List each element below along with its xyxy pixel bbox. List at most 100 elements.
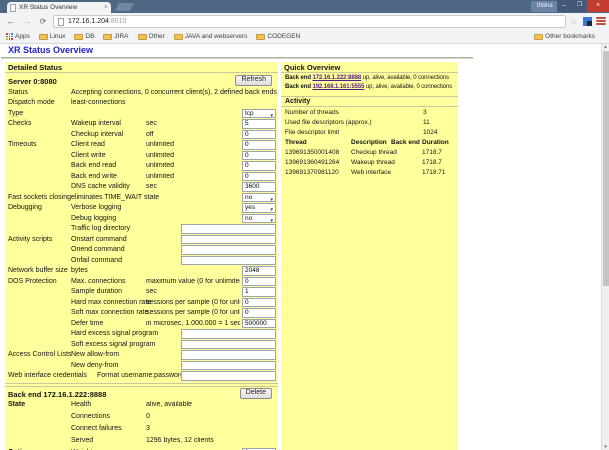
field-input[interactable] <box>242 182 276 192</box>
activity-header: Activity <box>281 97 458 107</box>
field-input[interactable] <box>242 319 276 329</box>
address-bar[interactable]: 172.16.1.204 :8010 <box>53 15 566 28</box>
table-row: Client writeunlimited <box>5 150 278 161</box>
row-label: Max. connections <box>71 278 125 285</box>
scroll-up-icon[interactable]: ▲ <box>602 44 609 49</box>
field-input[interactable] <box>242 277 276 287</box>
scrollbar-thumb[interactable] <box>603 51 609 286</box>
quick-overview-header: Quick Overview <box>281 62 458 73</box>
table-row: Access Control ListsNew allow-from <box>5 350 278 361</box>
field-input[interactable] <box>242 140 276 150</box>
row-category: Access Control Lists <box>8 351 71 358</box>
field-input[interactable] <box>242 308 276 318</box>
refresh-button[interactable]: Refresh <box>235 75 272 86</box>
thread-cell: 1718.7 <box>422 159 442 166</box>
row-value: Accepting connections, 0 concurrent clie… <box>71 89 277 96</box>
field-input[interactable] <box>242 151 276 161</box>
other-bookmarks[interactable]: Other bookmarks <box>534 33 595 40</box>
table-row: Onfail command <box>5 255 278 266</box>
row-category: Activity scripts <box>8 236 52 243</box>
extension-icon[interactable] <box>583 17 592 26</box>
field-input[interactable] <box>242 161 276 171</box>
reload-icon[interactable]: ⟳ <box>36 14 50 29</box>
thread-cell: 1718.7 <box>422 149 442 156</box>
vertical-scrollbar[interactable]: ▲ ▼ <box>601 44 609 450</box>
browser-tab[interactable]: XR Status Overview × <box>7 2 111 13</box>
bookmark-star-icon[interactable]: ☆ <box>570 16 577 28</box>
bookmark-label: Other <box>149 33 165 40</box>
field-input[interactable] <box>181 245 276 255</box>
backend-link[interactable]: 192.168.1.161:5555 <box>312 84 364 90</box>
field-input[interactable] <box>242 172 276 182</box>
url-port: :8010 <box>109 18 127 25</box>
field-select[interactable]: no▼ <box>242 214 276 224</box>
field-select[interactable]: yes▼ <box>242 203 276 213</box>
field-select[interactable]: no▼ <box>242 193 276 203</box>
bookmark-folder[interactable]: CODEGEN <box>256 33 300 40</box>
back-icon[interactable]: ← <box>4 14 18 29</box>
table-row: Back end writeunlimited <box>5 171 278 182</box>
field-input[interactable] <box>242 119 276 129</box>
table-row: Soft excess signal program <box>5 339 278 350</box>
bookmark-folder[interactable]: Other <box>138 33 165 40</box>
backend-title: Back end 172.16.1.222:8888 <box>8 390 106 399</box>
thread-cell: 139691370981120 <box>285 169 339 176</box>
field-input[interactable] <box>242 287 276 297</box>
folder-icon <box>103 34 112 40</box>
row-category: DOS Protection <box>8 278 57 285</box>
thread-table-rows: 139691350001408Checkup thread1718.713969… <box>281 147 458 177</box>
forward-icon[interactable]: → <box>20 14 34 29</box>
stat-row: Used file descriptors (approx.)11 <box>281 117 458 127</box>
scroll-down-icon[interactable]: ▼ <box>602 444 609 449</box>
row-description: sec <box>146 288 157 295</box>
thread-table-header: Thread Description Back end Duration <box>281 137 458 147</box>
row-label: Format username:password <box>97 372 184 379</box>
field-input[interactable] <box>181 256 276 266</box>
field-input[interactable] <box>181 340 276 350</box>
window-close-button[interactable]: × <box>587 0 609 12</box>
field-input[interactable] <box>181 361 276 371</box>
new-tab-button[interactable] <box>115 3 134 11</box>
tab-close-icon[interactable]: × <box>104 4 108 12</box>
table-row: DNS cache validitysec <box>5 182 278 193</box>
window-minimize-button[interactable]: – <box>557 0 572 12</box>
row-category: Dispatch mode <box>8 99 55 106</box>
bookmark-folder[interactable]: Linux <box>39 33 66 40</box>
bookmark-label: JIRA <box>114 33 128 40</box>
thread-cell: Wakeup thread <box>351 159 395 166</box>
field-select[interactable]: tcp▼ <box>242 109 276 119</box>
row-label: Soft excess signal program <box>71 341 155 348</box>
field-input[interactable] <box>181 371 276 381</box>
field-input[interactable] <box>181 235 276 245</box>
bookmark-folder[interactable]: JIRA <box>103 33 128 40</box>
row-label: Onend command <box>71 246 125 253</box>
backend-link[interactable]: 172.16.1.222:8888 <box>312 75 361 81</box>
row-description: 3 <box>146 425 150 432</box>
bookmark-folder[interactable]: DB <box>74 33 94 40</box>
apps-grid-icon <box>6 33 13 40</box>
bookmark-apps[interactable]: Apps <box>6 33 30 40</box>
thread-cell: 1718.71 <box>422 169 446 176</box>
window-maximize-button[interactable]: ❐ <box>572 0 587 12</box>
field-input[interactable] <box>181 350 276 360</box>
row-label: Traffic log directory <box>71 225 130 232</box>
field-input[interactable] <box>242 266 276 276</box>
quick-overview-panel: Quick Overview Back end 172.16.1.222:888… <box>281 62 458 450</box>
row-description: sessions per sample (0 for unlimited) <box>146 299 240 306</box>
bookmark-folder[interactable]: JAVA and webservers <box>174 33 248 40</box>
table-row: DebuggingVerbose loggingyes▼ <box>5 203 278 214</box>
delete-button[interactable]: Delete <box>240 388 272 399</box>
row-description: unlimited <box>146 141 174 148</box>
row-description: alive, available <box>146 401 192 408</box>
profile-chip[interactable]: thilina <box>531 1 559 12</box>
row-label: New deny-from <box>71 362 118 369</box>
field-input[interactable] <box>242 130 276 140</box>
row-description: 1296 bytes, 12 clients <box>146 437 214 444</box>
field-input[interactable] <box>181 329 276 339</box>
page-favicon-icon <box>10 4 16 12</box>
field-input[interactable] <box>242 298 276 308</box>
menu-icon[interactable] <box>596 17 606 26</box>
backend-state: up, alive, available, 0 connections <box>361 75 449 81</box>
row-label: Connections <box>71 413 110 420</box>
field-input[interactable] <box>181 224 276 234</box>
